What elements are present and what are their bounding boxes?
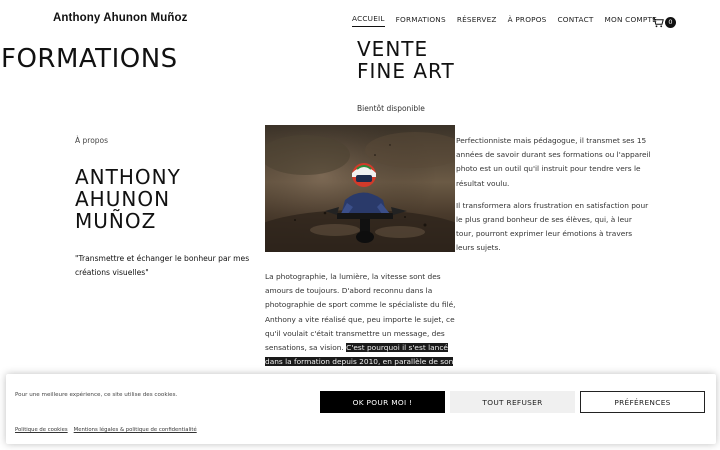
quote-text: "Transmettre et échanger le bonheur par … — [75, 254, 250, 277]
site-title[interactable]: Anthony Ahunon Muñoz — [53, 12, 187, 24]
nav-item-accueil[interactable]: ACCUEIL — [352, 14, 385, 27]
about-right-paragraph-1: Perfectionniste mais pédagogue, il trans… — [456, 136, 651, 188]
cart-icon — [652, 13, 664, 32]
vente-line-2: FINE ART — [357, 59, 455, 83]
cookie-preferences-button[interactable]: PRÉFÉRENCES — [580, 391, 705, 413]
nav-item-mon-compte[interactable]: MON COMPTE — [605, 15, 657, 27]
about-right-text: Perfectionniste mais pédagogue, il trans… — [456, 134, 651, 264]
vente-line-1: VENTE — [357, 37, 429, 61]
about-label: À propos — [75, 136, 109, 145]
nav-item-a-propos[interactable]: À PROPOS — [508, 15, 547, 27]
name-line-2: AHUNON — [75, 187, 171, 211]
accept-cookies-button[interactable]: OK POUR MOI ! — [320, 391, 445, 413]
cookie-banner: Pour une meilleure expérience, ce site u… — [6, 374, 716, 444]
motocross-photo — [265, 125, 455, 252]
refuse-cookies-button[interactable]: TOUT REFUSER — [450, 391, 575, 413]
cookie-policy-link[interactable]: Politique de cookies — [15, 427, 68, 433]
about-right-paragraph-2: Il transformera alors frustration en sat… — [456, 200, 649, 253]
formations-heading: FORMATIONS — [1, 44, 178, 74]
vente-fine-art-heading: VENTE FINE ART — [357, 38, 507, 82]
nav-item-contact[interactable]: CONTACT — [558, 15, 594, 27]
cart-count-badge: 0 — [665, 17, 676, 28]
name-line-3: MUÑOZ — [75, 209, 157, 233]
main-nav: ACCUEIL FORMATIONS RÉSERVEZ À PROPOS CON… — [352, 14, 668, 27]
name-line-1: ANTHONY — [75, 165, 181, 189]
cookie-message: Pour une meilleure expérience, ce site u… — [15, 392, 178, 398]
about-mid-text: La photographie, la lumière, la vitesse … — [265, 270, 457, 369]
nav-item-formations[interactable]: FORMATIONS — [396, 15, 446, 27]
cart-button[interactable]: 0 — [652, 13, 676, 32]
cookie-links: Politique de cookies Mentions légales & … — [15, 427, 197, 433]
nav-item-reservez[interactable]: RÉSERVEZ — [457, 15, 497, 27]
about-mid-text-plain: La photographie, la lumière, la vitesse … — [265, 272, 456, 353]
name-heading: ANTHONY AHUNON MUÑOZ — [75, 166, 255, 232]
legal-notice-link[interactable]: Mentions légales & politique de confiden… — [74, 427, 197, 433]
coming-soon-text: Bientôt disponible — [357, 104, 425, 113]
